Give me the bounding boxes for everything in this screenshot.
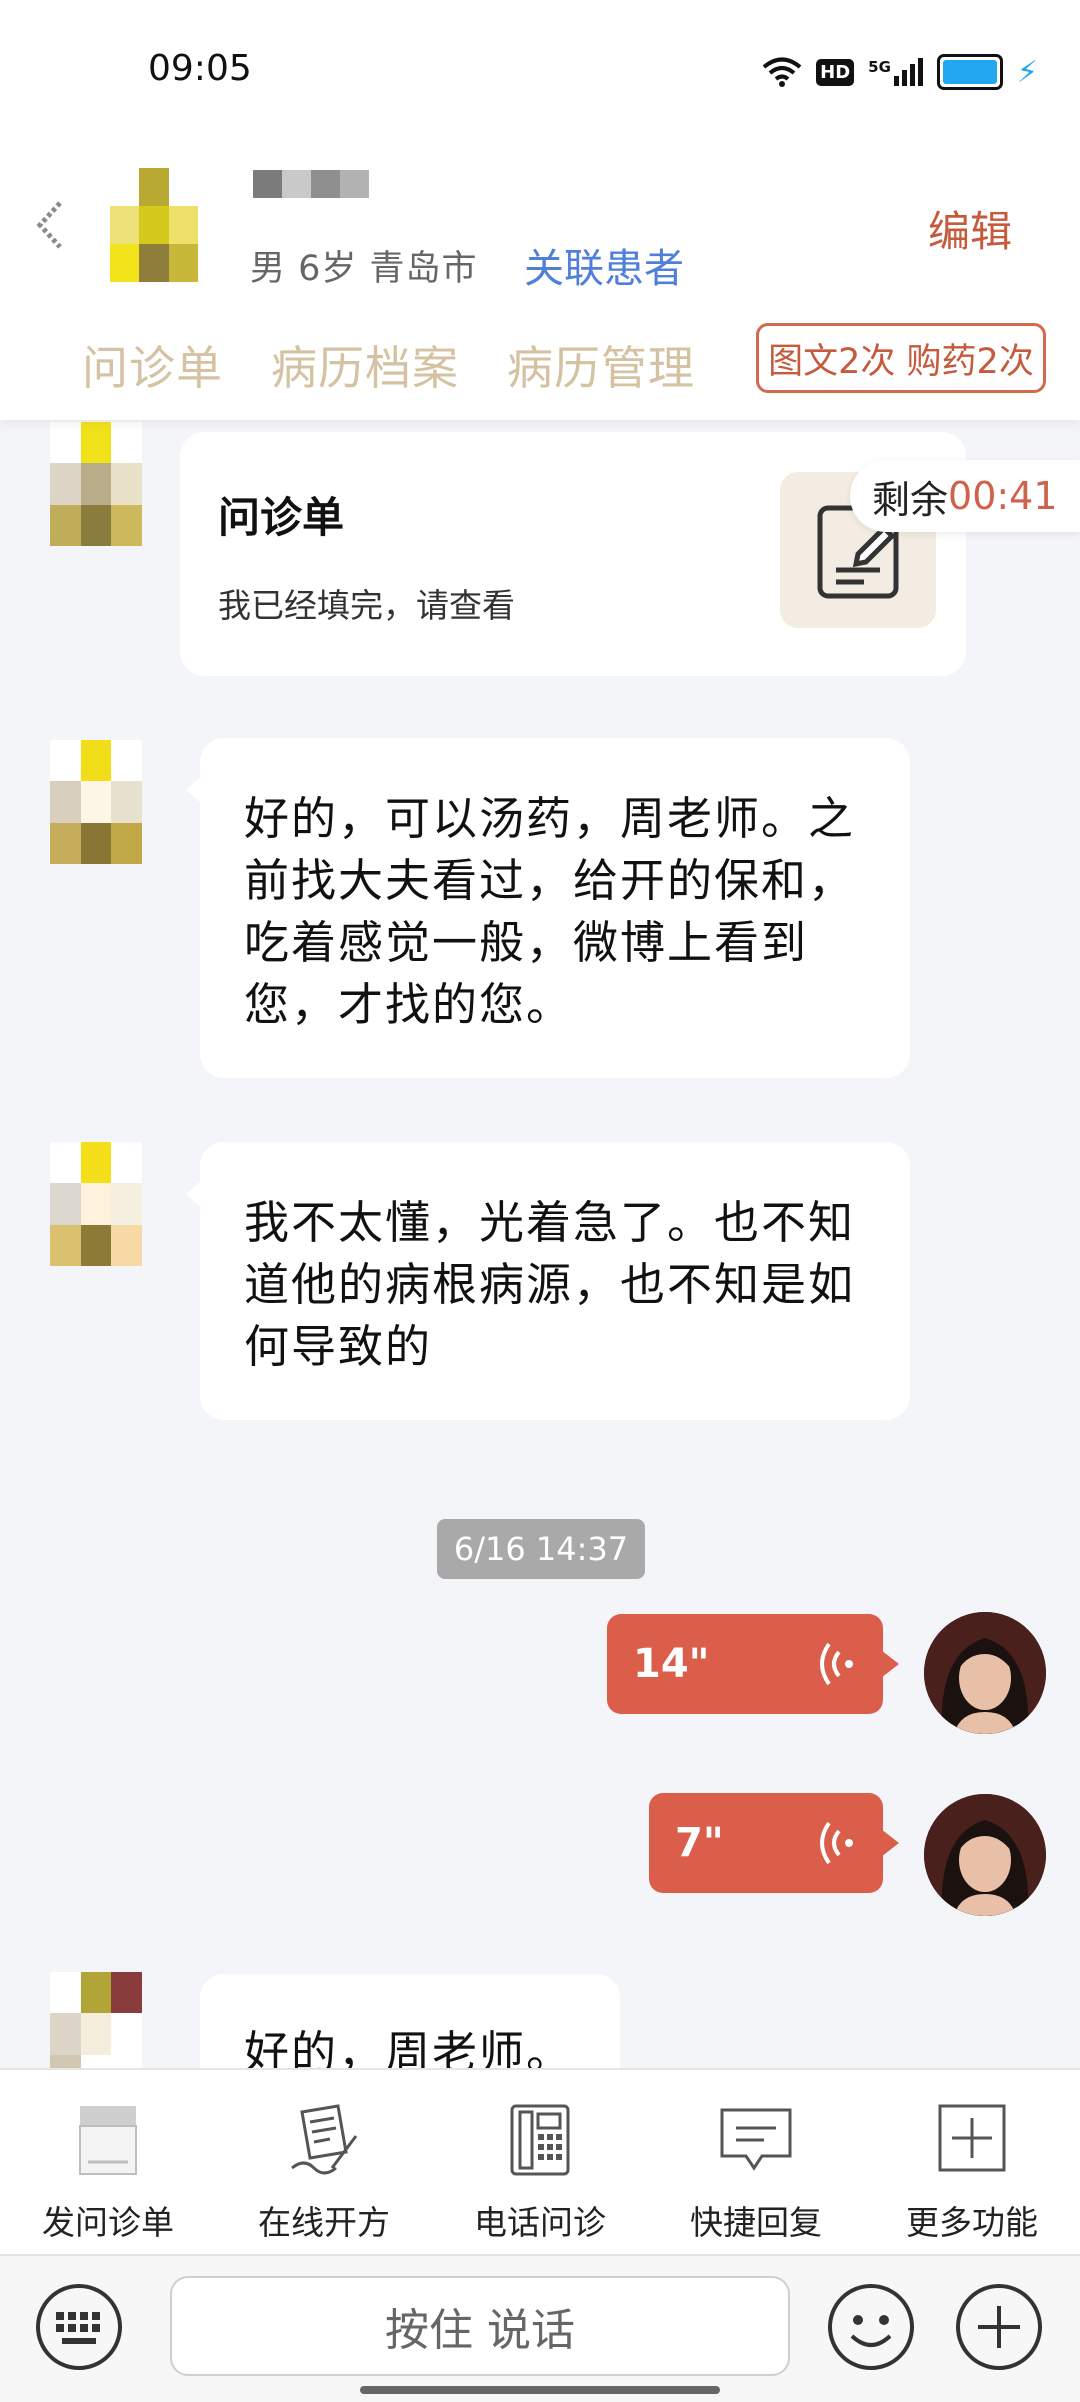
keyboard-icon[interactable] xyxy=(34,2282,124,2372)
message-timestamp: 6/16 14:37 xyxy=(437,1519,645,1579)
message-line: 我不太懂，光着急了。也不知 xyxy=(244,1196,856,1249)
voice-wave-icon xyxy=(820,1642,853,1686)
tool-label: 发问诊单 xyxy=(42,2203,174,2242)
voice-message[interactable]: 14" xyxy=(607,1614,899,1714)
home-indicator xyxy=(360,2386,720,2394)
edit-button[interactable]: 编辑 xyxy=(928,198,1012,259)
back-icon[interactable] xyxy=(30,195,70,255)
prescription-icon xyxy=(291,2104,358,2175)
message-line: 您，才找的您。 xyxy=(244,978,574,1031)
timer-value: 00:41 xyxy=(948,474,1058,518)
patient-info: 男 6岁 青岛市 xyxy=(250,249,478,289)
emoji-icon[interactable] xyxy=(826,2282,916,2372)
tab-record-management[interactable]: 病历管理 xyxy=(507,332,695,398)
voice-duration: 7" xyxy=(675,1820,724,1866)
phone-icon xyxy=(510,2104,570,2176)
doctor-avatar[interactable] xyxy=(924,1794,1046,1916)
online-prescription-button[interactable]: 在线开方 xyxy=(216,2070,432,2256)
doctor-avatar[interactable] xyxy=(924,1612,1046,1734)
remaining-time: 剩余 00:41 xyxy=(850,460,1080,532)
signal-icon: 5G xyxy=(868,58,923,86)
more-functions-button[interactable]: 更多功能 xyxy=(864,2070,1080,2256)
message-line: 道他的病根病源，也不知是如 xyxy=(244,1258,856,1311)
tool-label: 电话问诊 xyxy=(474,2203,606,2242)
status-icons: HD 5G ⚡ xyxy=(762,52,1038,92)
patient-name-masked xyxy=(253,170,369,198)
form-icon xyxy=(79,2106,137,2175)
battery-icon xyxy=(936,54,1003,90)
chat-message: 我不太懂，光着急了。也不知 道他的病根病源，也不知是如 何导致的 xyxy=(186,1142,910,1420)
patient-avatar-small[interactable] xyxy=(50,422,142,546)
input-bar: 按住 说话 xyxy=(0,2254,1080,2402)
voice-wave-icon xyxy=(820,1821,853,1865)
quick-reply-button[interactable]: 快捷回复 xyxy=(648,2070,864,2256)
chat-header: 09:05 HD 5G ⚡ 男 6岁 青岛市 关联患者 编辑 问诊单 病历档案 … xyxy=(0,0,1080,420)
timer-label: 剩余 xyxy=(872,477,949,522)
tool-label: 在线开方 xyxy=(258,2203,390,2242)
charging-icon: ⚡ xyxy=(1016,54,1038,90)
message-line: 何导致的 xyxy=(244,1320,433,1373)
phone-consult-button[interactable]: 电话问诊 xyxy=(432,2070,648,2256)
link-patient-button[interactable]: 关联患者 xyxy=(524,236,684,294)
patient-avatar[interactable] xyxy=(110,168,198,282)
send-form-button[interactable]: 发问诊单 xyxy=(0,2070,216,2256)
tab-medical-archive[interactable]: 病历档案 xyxy=(271,332,459,398)
patient-avatar-small[interactable] xyxy=(50,740,142,864)
message-line: 好的，可以汤药，周老师。之 xyxy=(244,792,856,845)
voice-message[interactable]: 7" xyxy=(649,1793,899,1893)
hold-to-talk-button[interactable]: 按住 说话 xyxy=(170,2276,790,2376)
message-line: 前找大夫看过，给开的保和， xyxy=(244,854,856,907)
header-tabs: 问诊单 病历档案 病历管理 xyxy=(82,332,695,398)
message-line: 吃着感觉一般，微博上看到 xyxy=(244,916,809,969)
chat-message: 好的，可以汤药，周老师。之 前找大夫看过，给开的保和， 吃着感觉一般，微博上看到… xyxy=(186,738,910,1078)
consult-form-card[interactable]: 问诊单 我已经填完，请查看 xyxy=(180,432,966,676)
hd-icon: HD xyxy=(816,58,855,86)
quota-badge[interactable]: 图文2次 购药2次 xyxy=(756,323,1046,393)
more-icon xyxy=(938,2104,1006,2172)
status-time: 09:05 xyxy=(148,48,252,89)
quick-reply-icon xyxy=(720,2108,792,2171)
plus-icon[interactable] xyxy=(954,2282,1044,2372)
tool-label: 快捷回复 xyxy=(690,2203,822,2242)
wifi-icon xyxy=(762,57,802,87)
tool-label: 更多功能 xyxy=(906,2203,1038,2242)
patient-avatar-small[interactable] xyxy=(50,1142,142,1266)
function-toolbar: 发问诊单 在线开方 电话问诊 快捷回复 更多功能 xyxy=(0,2068,1080,2256)
voice-duration: 14" xyxy=(633,1641,710,1687)
tab-consult-form[interactable]: 问诊单 xyxy=(82,332,223,398)
